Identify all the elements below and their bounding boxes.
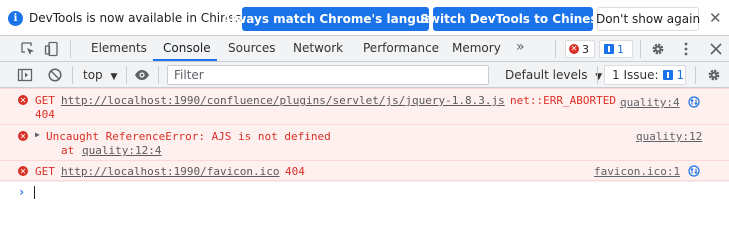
live-expression-eye-icon[interactable] [134, 67, 150, 83]
issues-button[interactable]: 1 Issue: 1 [604, 65, 686, 85]
error-icon: ✕ [18, 166, 28, 176]
tab-network[interactable]: Network [293, 41, 343, 55]
console-error-row: ✕ GET http://localhost:1990/favicon.ico … [0, 160, 729, 181]
message-icon [604, 44, 614, 54]
error-icon: ✕ [18, 131, 28, 141]
language-infobar: i DevTools is now available in Chinese! … [0, 0, 729, 36]
tab-elements[interactable]: Elements [91, 41, 147, 55]
clear-console-icon[interactable] [47, 67, 63, 83]
source-link[interactable]: favicon.ico:1 [594, 165, 680, 178]
dont-show-again-button[interactable]: Don't show again [596, 7, 700, 31]
context-selector[interactable]: top ▼ [83, 68, 117, 82]
error-icon: ✕ [18, 95, 28, 105]
request-method: GET [35, 94, 55, 107]
source-link[interactable]: quality:12 [636, 130, 702, 143]
console-toolbar: top ▼ Default levels ▼ 1 Issue: 1 [0, 62, 729, 88]
device-toolbar-icon[interactable] [44, 41, 60, 57]
toolbar-divider [72, 66, 73, 84]
inspect-element-icon[interactable] [20, 41, 36, 57]
text-caret [34, 186, 35, 199]
settings-gear-icon[interactable] [650, 41, 666, 57]
issues-count: 1 [676, 68, 685, 82]
source-link[interactable]: quality:4 [620, 96, 680, 109]
toolbar-divider [126, 66, 127, 84]
stack-frame-link[interactable]: quality:12:4 [82, 144, 161, 157]
error-icon: ✕ [569, 44, 579, 54]
context-selector-label: top [83, 68, 103, 82]
error-count: 3 [582, 42, 589, 56]
active-tab-indicator [153, 59, 217, 61]
console-error-row: ✕ ▶ Uncaught ReferenceError: AJS is not … [0, 124, 729, 160]
dropdown-arrow-icon: ▼ [110, 72, 118, 82]
toolbar-divider [158, 66, 159, 84]
error-status-code: 404 [285, 165, 305, 178]
tab-sources[interactable]: Sources [228, 41, 275, 55]
tabbar-divider [555, 40, 556, 58]
log-levels-label: Default levels [505, 68, 588, 82]
tab-performance[interactable]: Performance [363, 41, 439, 55]
issues-label: 1 Issue: [612, 68, 659, 82]
error-count-badge[interactable]: ✕ 3 [565, 40, 595, 58]
show-sidebar-icon[interactable] [17, 67, 33, 83]
error-status-code: 404 [35, 108, 55, 121]
console-settings-gear-icon[interactable] [706, 67, 722, 83]
log-levels-dropdown[interactable]: Default levels ▼ [505, 68, 602, 82]
message-count: 1 [617, 42, 624, 56]
always-match-language-button[interactable]: Always match Chrome's language [222, 7, 449, 31]
network-request-icon[interactable] [688, 165, 700, 177]
tab-console[interactable]: Console [163, 41, 211, 55]
devtools-tab-bar: Elements Console Sources Network Perform… [0, 36, 729, 62]
console-prompt[interactable]: › [0, 181, 729, 202]
close-infobar-icon[interactable]: ✕ [709, 9, 722, 27]
toolbar-divider [597, 66, 598, 84]
switch-to-chinese-button[interactable]: Switch DevTools to Chinese [420, 7, 606, 31]
prompt-chevron-icon: › [18, 185, 26, 199]
issue-icon [662, 70, 673, 80]
request-method: GET [35, 165, 55, 178]
more-tabs-icon[interactable]: » [516, 39, 525, 55]
more-options-icon[interactable] [678, 41, 694, 57]
request-url-link[interactable]: http://localhost:1990/confluence/plugins… [61, 94, 505, 107]
close-devtools-icon[interactable] [708, 41, 724, 57]
stack-prefix: at [61, 144, 75, 157]
error-status: net::ERR_ABORTED [510, 94, 616, 107]
tabbar-divider [70, 40, 71, 58]
info-icon: i [8, 11, 23, 26]
error-message: Uncaught ReferenceError: AJS is not defi… [46, 130, 331, 143]
filter-input[interactable] [167, 65, 489, 85]
expand-triangle-icon[interactable]: ▶ [35, 130, 40, 139]
tab-memory[interactable]: Memory [452, 41, 501, 55]
console-error-row: ✕ GET http://localhost:1990/confluence/p… [0, 88, 729, 124]
network-request-icon[interactable] [688, 96, 700, 108]
toolbar-divider [695, 66, 696, 84]
infobar-message: DevTools is now available in Chinese! [29, 11, 254, 25]
message-count-badge[interactable]: 1 [599, 40, 633, 58]
request-url-link[interactable]: http://localhost:1990/favicon.ico [61, 165, 280, 178]
tabbar-divider [640, 40, 641, 58]
